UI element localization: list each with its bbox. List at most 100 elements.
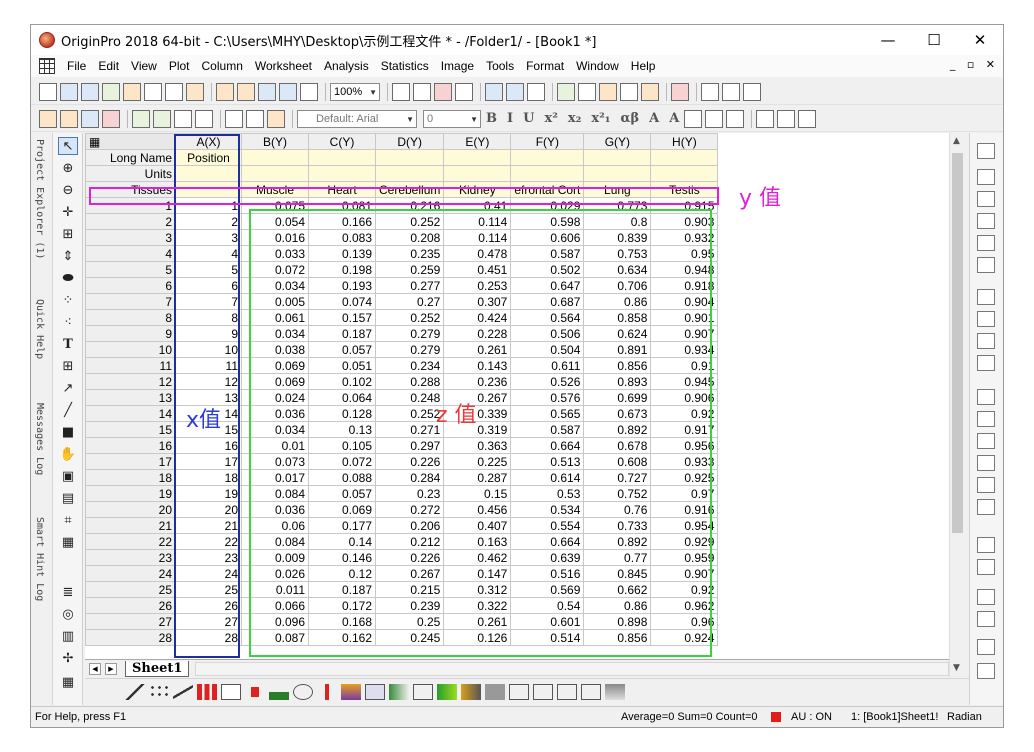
data-cell[interactable]: 0.647 <box>510 277 585 294</box>
data-cell[interactable]: 0.664 <box>510 437 585 454</box>
column-header[interactable]: B(Y) <box>241 133 309 150</box>
data-cell[interactable]: 0.277 <box>374 277 445 294</box>
data-cell[interactable]: 0.502 <box>510 261 585 278</box>
new-matrix-icon[interactable] <box>81 82 99 101</box>
data-cell[interactable]: 0.267 <box>374 565 445 582</box>
menu-analysis[interactable]: Analysis <box>318 55 375 77</box>
data-cell[interactable]: 0.157 <box>308 309 376 326</box>
data-cell[interactable]: 0.565 <box>510 405 585 422</box>
data-cell[interactable]: 0.114 <box>443 229 512 246</box>
data-cell[interactable]: 0.017 <box>241 469 309 486</box>
row-number[interactable]: 2 <box>85 213 176 230</box>
data-cell[interactable]: 0.53 <box>510 485 585 502</box>
data-cell[interactable]: 0.407 <box>443 517 512 534</box>
data-cell[interactable]: 0.506 <box>510 325 585 342</box>
data-cell[interactable]: 0.253 <box>443 277 512 294</box>
data-cell[interactable]: 0.061 <box>241 309 309 326</box>
label-cell[interactable] <box>583 165 652 182</box>
data-cell[interactable]: 0.424 <box>443 309 512 326</box>
data-cell[interactable]: 0.279 <box>374 325 445 342</box>
data-cell[interactable]: 0.903 <box>650 213 719 230</box>
data-cell[interactable]: 17 <box>175 453 242 470</box>
fill-color-icon[interactable] <box>756 109 775 128</box>
layout-icon[interactable] <box>977 289 995 305</box>
status-angle-unit[interactable]: Radian <box>947 711 982 723</box>
align-icon[interactable] <box>977 537 995 553</box>
axis-icon[interactable] <box>977 477 995 493</box>
layout-icon[interactable] <box>977 333 995 349</box>
data-cell[interactable]: 0.036 <box>241 405 309 422</box>
label-cell[interactable]: Heart <box>308 181 376 198</box>
scatter-plot-icon[interactable] <box>149 683 169 700</box>
template-library-icon[interactable] <box>599 82 617 101</box>
greek-button[interactable]: αβ <box>620 111 639 126</box>
stack-icon[interactable] <box>977 143 995 159</box>
row-number[interactable]: 22 <box>85 533 176 550</box>
save-project-icon[interactable] <box>258 82 276 101</box>
data-cell[interactable]: 0.01 <box>241 437 309 454</box>
align-icon[interactable] <box>977 559 995 575</box>
label-cell[interactable] <box>443 149 512 166</box>
row-number[interactable]: 8 <box>85 309 176 326</box>
data-cell[interactable]: 0.14 <box>308 533 376 550</box>
graph-tool-icon[interactable] <box>977 213 995 229</box>
row-number[interactable]: 27 <box>85 613 176 630</box>
data-cell[interactable]: 0.226 <box>374 453 445 470</box>
data-cell[interactable]: 0.057 <box>308 341 376 358</box>
data-cell[interactable]: 0.504 <box>510 341 585 358</box>
data-cell[interactable]: 0.925 <box>650 469 719 486</box>
data-cell[interactable]: 0.706 <box>583 277 652 294</box>
data-cell[interactable]: 0.54 <box>510 597 585 614</box>
data-cell[interactable]: 0.288 <box>374 373 445 390</box>
mask-icon[interactable]: ⬬ <box>58 269 78 287</box>
data-cell[interactable]: 0.235 <box>374 245 445 262</box>
sort-icon[interactable] <box>743 82 761 101</box>
label-cell[interactable] <box>308 165 376 182</box>
data-cell[interactable]: 0.187 <box>308 325 376 342</box>
data-cell[interactable]: 0.673 <box>583 405 652 422</box>
data-cell[interactable]: 0.845 <box>583 565 652 582</box>
data-cell[interactable]: 0.601 <box>510 613 585 630</box>
insert-image-icon[interactable]: ▤ <box>58 489 78 507</box>
menu-plot[interactable]: Plot <box>163 55 196 77</box>
previous-sheet-icon[interactable]: ◀ <box>89 662 101 675</box>
data-cell[interactable]: 0.907 <box>650 325 719 342</box>
data-cell[interactable]: 0.954 <box>650 517 719 534</box>
label-cell[interactable]: Testis <box>650 181 719 198</box>
data-cell[interactable]: 0.959 <box>650 549 719 566</box>
font-color-icon[interactable] <box>726 109 745 128</box>
font-size-select[interactable]: 0 ▼ <box>423 109 481 128</box>
data-cell[interactable]: 0.083 <box>308 229 376 246</box>
vector-plot-icon[interactable] <box>581 683 601 700</box>
graph-tool-icon[interactable] <box>977 169 995 185</box>
row-number[interactable]: 1 <box>85 197 176 214</box>
data-cell[interactable]: 0.011 <box>241 581 309 598</box>
data-cell[interactable]: 0.662 <box>583 581 652 598</box>
label-cell[interactable] <box>510 149 585 166</box>
circle-tool-icon[interactable]: ◎ <box>58 605 78 623</box>
menu-help[interactable]: Help <box>625 55 662 77</box>
data-cell[interactable]: 0.034 <box>241 421 309 438</box>
data-cell[interactable]: 0.569 <box>510 581 585 598</box>
image-profile-icon[interactable] <box>509 683 529 700</box>
data-cell[interactable]: 0.76 <box>583 501 652 518</box>
data-cell[interactable]: 10 <box>175 341 242 358</box>
axis-icon[interactable] <box>977 499 995 515</box>
copy-icon[interactable] <box>246 109 264 128</box>
increase-font-button[interactable]: A <box>649 111 659 126</box>
recalculate-icon[interactable] <box>300 82 318 101</box>
data-cell[interactable]: 0.92 <box>650 405 719 422</box>
row-number[interactable]: 11 <box>85 357 176 374</box>
data-cell[interactable]: 0.587 <box>510 421 585 438</box>
data-cell[interactable]: 0.312 <box>443 581 512 598</box>
data-cell[interactable]: 0.245 <box>374 629 445 646</box>
column-header[interactable]: C(Y) <box>308 133 376 150</box>
data-cell[interactable]: 0.036 <box>241 501 309 518</box>
command-window-icon[interactable] <box>527 82 545 101</box>
menu-format[interactable]: Format <box>520 55 570 77</box>
close-button[interactable]: ✕ <box>957 25 1003 55</box>
text-tool-icon[interactable]: T <box>58 335 78 353</box>
data-cell[interactable]: 27 <box>175 613 242 630</box>
data-cell[interactable]: 0.462 <box>443 549 512 566</box>
data-cell[interactable]: 0.168 <box>308 613 376 630</box>
